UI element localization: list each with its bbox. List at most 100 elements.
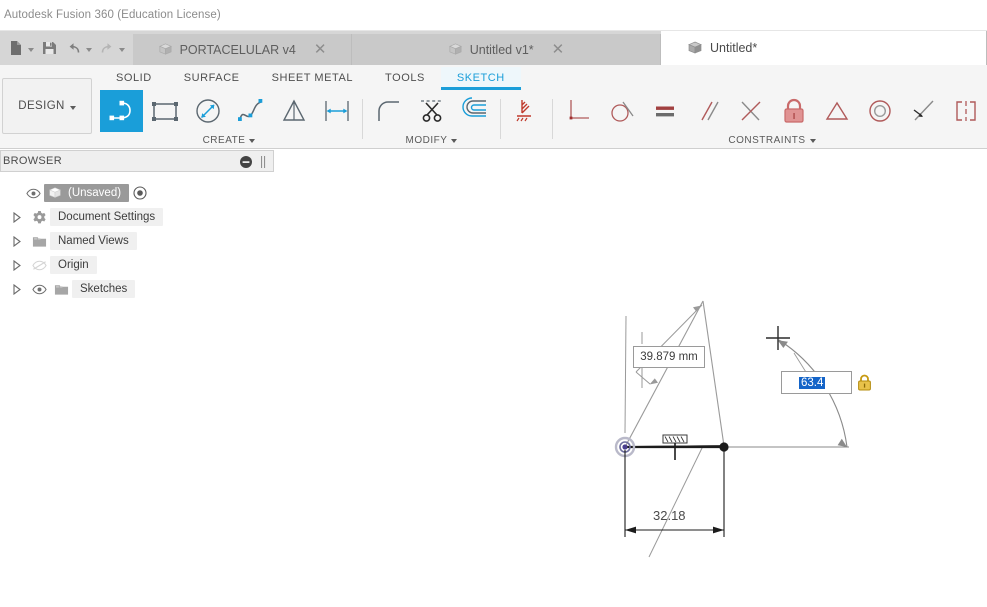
browser-item-chip[interactable]: (Unsaved) [44, 184, 130, 202]
perpendicular-constraint[interactable] [557, 90, 600, 132]
panel-divider [362, 99, 363, 139]
angular-dimension-value[interactable]: 63.4 [799, 376, 826, 389]
spline-tool[interactable] [229, 90, 272, 132]
active-component-radio[interactable] [129, 186, 151, 200]
quick-access-toolbar [0, 31, 133, 65]
browser-item-named-views[interactable]: Named Views [0, 229, 274, 253]
ribbon-panel-project [505, 89, 548, 147]
application-title: Autodesk Fusion 360 (Education License) [4, 9, 221, 21]
ribbon-panel-modify: MODIFY [367, 89, 496, 147]
browser-item-label-wrap: Sketches [72, 280, 136, 298]
collinear-constraint[interactable] [944, 90, 987, 132]
collapse-circle-icon[interactable] [239, 155, 253, 169]
sketch-line-tool[interactable] [100, 90, 143, 132]
chevron-down-icon [451, 139, 458, 143]
base-dimension-graphics [624, 450, 725, 537]
save-button[interactable] [37, 35, 61, 61]
ribbon-tab-solid[interactable]: SOLID [100, 67, 168, 88]
concentric-constraint[interactable] [858, 90, 901, 132]
parallel-constraint[interactable] [686, 90, 729, 132]
eye-icon-glyph [25, 188, 41, 198]
base-dimension-label[interactable]: 32.18 [653, 508, 686, 523]
browser-item-label: Origin [58, 259, 89, 271]
ribbon-panel-modify-label[interactable]: MODIFY [367, 133, 496, 147]
linear-dimension-label[interactable]: 39.879 mm [633, 346, 705, 368]
ribbon-tab-tools[interactable]: TOOLS [369, 67, 441, 88]
ribbon-tab-label: SHEET METAL [271, 71, 354, 84]
close-icon[interactable]: ✕ [552, 42, 565, 57]
folder-icon [28, 235, 50, 248]
close-icon[interactable]: ✕ [314, 42, 327, 57]
linear-dimension-icon [324, 101, 349, 121]
ribbon-tab-surface[interactable]: SURFACE [168, 67, 256, 88]
ribbon-panel-constraints-label[interactable]: CONSTRAINTS [557, 133, 987, 147]
new-file-button[interactable] [4, 35, 36, 61]
eye-hidden-icon[interactable] [28, 260, 50, 271]
panel-label-text: CREATE [202, 134, 246, 146]
project-include-tool[interactable] [505, 90, 548, 132]
circle-tool[interactable] [186, 90, 229, 132]
midpoint-icon [740, 101, 760, 121]
midpoint-constraint[interactable] [729, 90, 772, 132]
browser-item-sketches[interactable]: Sketches [0, 277, 274, 301]
mirror-tool[interactable] [272, 90, 315, 132]
document-tab-portacelular[interactable]: PORTACELULAR v4 ✕ [133, 34, 352, 65]
expand-arrow-icon[interactable] [6, 235, 28, 247]
chevron-down-icon [28, 47, 34, 52]
offset-tool[interactable] [453, 90, 496, 132]
chevron-down-icon [69, 105, 76, 110]
browser-item-label: (Unsaved) [68, 187, 122, 199]
ribbon: DESIGN SOLID SURFACE SHEET METAL TOOLS S… [0, 65, 987, 149]
trim-tool[interactable] [410, 90, 453, 132]
ribbon-tab-sketch[interactable]: SKETCH [440, 66, 521, 90]
grip-handle-icon[interactable] [260, 155, 267, 169]
workspace-selector-label: DESIGN [18, 100, 65, 112]
document-tab-strip: PORTACELULAR v4 ✕ Untitled v1* ✕ Untitle… [0, 31, 987, 65]
ribbon-panels: CREATE MODIFY CONSTRAINTS [100, 89, 987, 149]
document-tab-untitled-v1[interactable]: Untitled v1* ✕ [352, 34, 661, 65]
offset-icon [461, 97, 486, 117]
expand-arrow-icon[interactable] [6, 283, 28, 295]
chevron-down-icon [119, 47, 125, 52]
browser-item-origin[interactable]: Origin [0, 253, 274, 277]
curvature-constraint[interactable] [901, 90, 944, 132]
eye-icon[interactable] [22, 188, 44, 199]
browser-title: BROWSER [3, 155, 62, 167]
tangent-constraint[interactable] [600, 90, 643, 132]
dimension-tool[interactable] [315, 90, 358, 132]
fillet-icon [377, 101, 399, 121]
workspace-selector[interactable]: DESIGN [2, 78, 92, 134]
fix-unfix-constraint[interactable] [772, 90, 815, 132]
chevron-down-icon [249, 139, 256, 143]
lock-icon [783, 98, 804, 123]
collinear-icon [955, 101, 976, 121]
expand-arrow-icon[interactable] [6, 211, 28, 223]
ribbon-panel-create-label[interactable]: CREATE [100, 133, 358, 147]
perpendicular-icon [569, 100, 589, 120]
rectangle-tool[interactable] [143, 90, 186, 132]
equal-constraint[interactable] [643, 90, 686, 132]
cube-icon [688, 41, 702, 54]
eye-icon[interactable] [28, 284, 50, 295]
eye-hidden-icon-glyph [31, 260, 47, 270]
ribbon-tab-sheet-metal[interactable]: SHEET METAL [256, 67, 369, 88]
chevron-right-icon [13, 235, 21, 247]
mirror-triangle-icon [282, 99, 305, 121]
browser-panel: BROWSER (Unsaved) Document Settings Name… [0, 150, 274, 301]
document-tab-untitled-active[interactable]: Untitled* [661, 31, 987, 65]
ribbon-tab-bar: SOLID SURFACE SHEET METAL TOOLS SKETCH [100, 65, 521, 90]
base-dimension-value: 32.18 [653, 508, 686, 523]
browser-item-document-settings[interactable]: Document Settings [0, 205, 274, 229]
lock-closed-icon[interactable] [857, 374, 872, 391]
symmetry-constraint[interactable] [815, 90, 858, 132]
expand-arrow-icon[interactable] [6, 259, 28, 271]
browser-item-unsaved[interactable]: (Unsaved) [0, 181, 274, 205]
fillet-tool[interactable] [367, 90, 410, 132]
cube-icon [448, 43, 462, 55]
angular-dimension-input[interactable]: 63.4 [781, 371, 852, 394]
redo-button[interactable] [95, 35, 127, 61]
sketch-canvas[interactable]: 39.879 mm 63.4 32.18 [274, 150, 987, 607]
browser-tree: (Unsaved) Document Settings Named Views … [0, 172, 274, 301]
undo-button[interactable] [62, 35, 94, 61]
redo-icon [101, 43, 112, 53]
